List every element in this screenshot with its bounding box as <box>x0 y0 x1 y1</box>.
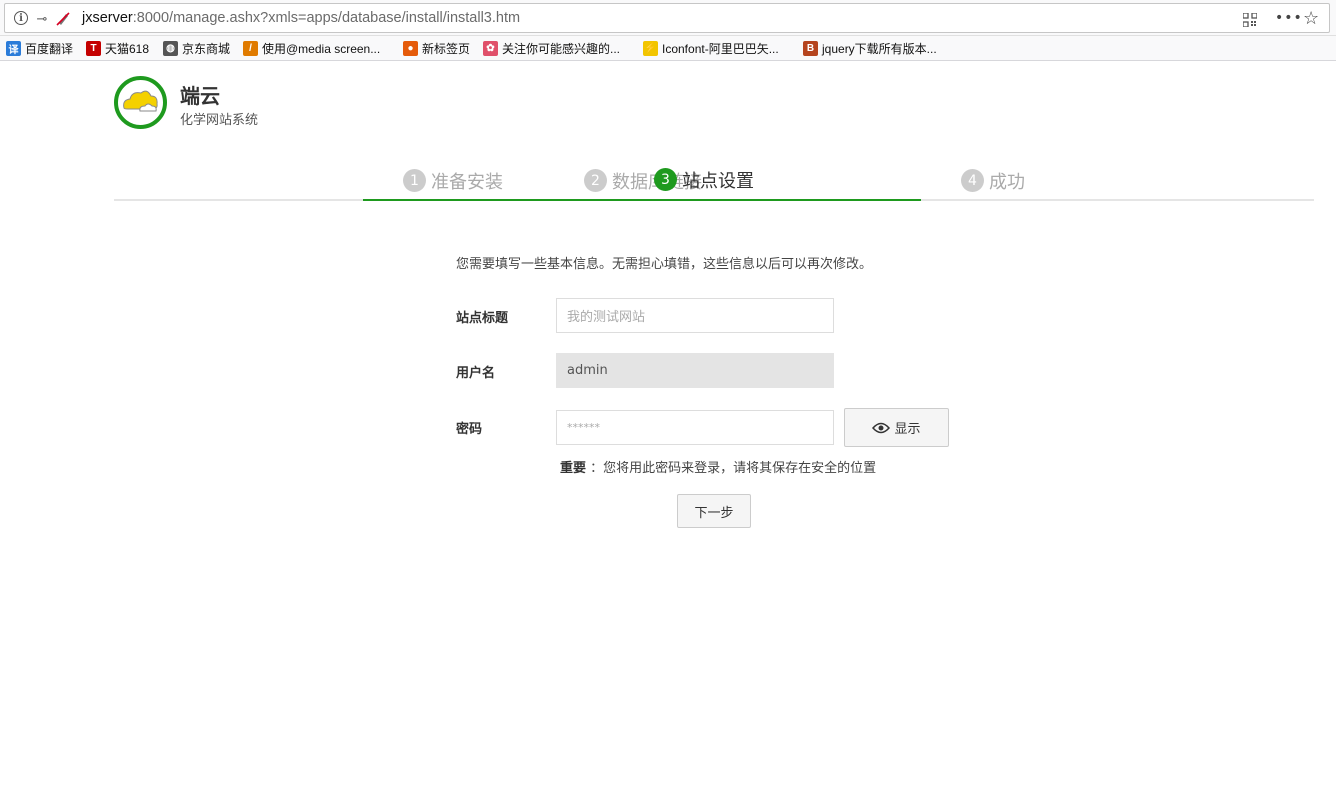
bookmark-item[interactable]: ● 新标签页 <box>403 40 470 57</box>
info-icon[interactable]: i <box>14 11 28 25</box>
show-password-button[interactable]: 显示 <box>844 408 949 447</box>
bookmark-label: 天猫618 <box>105 42 150 56</box>
bookmark-label: 新标签页 <box>422 42 471 56</box>
bookmark-label: Iconfont-阿里巴巴矢... <box>662 42 779 56</box>
url-text[interactable]: jxserver:8000/manage.ashx?xmls=apps/data… <box>82 10 520 26</box>
step-site-settings: 3 站点设置 <box>363 160 921 201</box>
key-icon[interactable]: ⊸ <box>33 11 51 27</box>
bookmark-label: 关注你可能感兴趣的... <box>502 42 621 56</box>
bookmark-item[interactable]: ✿ 关注你可能感兴趣的... <box>483 40 620 57</box>
flower-icon: ✿ <box>483 41 498 56</box>
bookmark-label: 百度翻译 <box>25 42 74 56</box>
more-actions-icon[interactable]: ••• <box>1275 10 1303 26</box>
address-bar[interactable]: i ⊸ jxserver:8000/manage.ashx?xmls=apps/… <box>4 3 1330 33</box>
bookmark-label: 京东商城 <box>182 42 231 56</box>
browser-toolbar: i ⊸ jxserver:8000/manage.ashx?xmls=apps/… <box>0 0 1336 36</box>
qr-code-icon[interactable] <box>1242 12 1258 28</box>
firefox-icon: ● <box>403 41 418 56</box>
bookmarks-bar: 译百度翻译 T 天猫618 ◍ 京东商城 / 使用@media screen... ● 新标签页… <box>0 36 1336 61</box>
slash-logo-icon: / <box>243 41 258 56</box>
bookmark-star-icon[interactable]: ☆ <box>1303 8 1319 29</box>
bookmark-label: jquery下载所有版本... <box>822 42 937 56</box>
iconfont-icon: ⚡ <box>643 41 658 56</box>
bookmark-item[interactable]: / 使用@media screen... <box>243 40 380 57</box>
site-title-label: 站点标题 <box>456 311 509 326</box>
eye-icon <box>872 422 891 433</box>
username-input: admin <box>556 353 834 388</box>
brand-subtitle: 化学网站系统 <box>180 113 259 128</box>
brand-name: 端云 <box>180 84 220 108</box>
insecure-form-icon[interactable] <box>55 11 71 27</box>
bookmark-item[interactable]: Bjquery下载所有版本... <box>803 40 937 57</box>
password-input[interactable]: ****** <box>556 410 834 445</box>
translate-icon: 译 <box>6 41 21 56</box>
password-label: 密码 <box>456 422 483 437</box>
next-step-button[interactable]: 下一步 <box>677 494 751 528</box>
install-steps: 1 准备安装 2 数据库链接 3 站点设置 4 成功 <box>114 160 1314 201</box>
password-hint: 重要 ：您将用此密码来登录，请将其保存在安全的位置 <box>560 457 876 476</box>
step-number: 4 <box>961 169 984 192</box>
hint-strong: 重要 <box>560 461 587 476</box>
step-success: 4 成功 <box>921 160 1101 201</box>
username-label: 用户名 <box>456 366 496 381</box>
form-intro: 您需要填写一些基本信息。无需担心填错，这些信息以后可以再次修改。 <box>456 257 873 272</box>
tmall-icon: T <box>86 41 101 56</box>
hint-text: ：您将用此密码来登录，请将其保存在安全的位置 <box>590 461 877 476</box>
brand-logo-icon <box>114 76 167 129</box>
bookmark-item[interactable]: ⚡ Iconfont-阿里巴巴矢... <box>643 40 779 57</box>
site-title-input[interactable]: 我的测试网站 <box>556 298 834 333</box>
step-label: 站点设置 <box>682 170 754 192</box>
bookmark-item[interactable]: T 天猫618 <box>86 40 149 57</box>
globe-icon: ◍ <box>163 41 178 56</box>
b-logo-icon: B <box>803 41 818 56</box>
show-password-label: 显示 <box>894 422 921 437</box>
bookmark-item[interactable]: ◍ 京东商城 <box>163 40 230 57</box>
step-number: 3 <box>654 168 677 191</box>
step-label: 成功 <box>989 171 1025 193</box>
bookmark-item[interactable]: 译百度翻译 <box>6 40 73 57</box>
bookmark-label: 使用@media screen... <box>262 42 381 56</box>
